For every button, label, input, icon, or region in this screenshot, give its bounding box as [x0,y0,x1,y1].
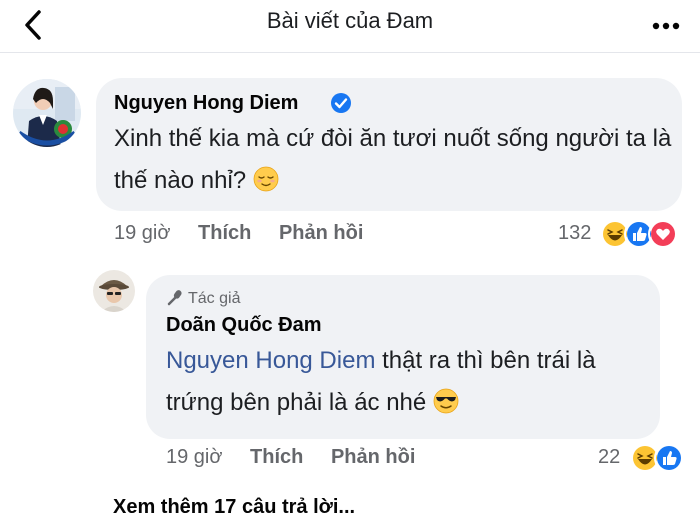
relieved-face-icon [253,166,279,192]
comment-actions: 19 giờ Thích Phản hồi [114,222,363,245]
like-button[interactable]: Thích [198,222,251,244]
reply-reaction-count[interactable]: 22 [598,446,620,469]
comment-time: 19 giờ [114,222,171,244]
reply-time: 19 giờ [166,446,223,468]
sunglasses-face-icon [433,388,459,414]
mention-link[interactable]: Nguyen Hong Diem [166,347,375,374]
comment-text-content: Xinh thế kia mà cứ đòi ăn tươi nuốt sống… [114,125,672,194]
author-badge: Tác giả [166,288,240,308]
verified-badge-icon [331,93,351,113]
like-reaction-icon [654,443,684,473]
reaction-count[interactable]: 132 [558,222,591,245]
more-options-button[interactable] [646,6,686,46]
commenter-avatar[interactable] [13,79,81,147]
reply-reply-button[interactable]: Phản hồi [331,446,415,468]
comment-text: Xinh thế kia mà cứ đòi ăn tươi nuốt sống… [114,118,674,202]
reply-text: Nguyen Hong Diem thật ra thì bên trái là… [166,340,656,424]
reply-author-avatar[interactable] [93,270,135,312]
reply-like-button[interactable]: Thích [250,446,303,468]
top-bar: Bài viết của Đam [0,0,700,53]
page-title: Bài viết của Đam [266,8,434,33]
reply-actions: 19 giờ Thích Phản hồi [166,446,415,469]
reply-button[interactable]: Phản hồi [279,222,363,244]
view-more-replies-link[interactable]: Xem thêm 17 câu trả lời... [113,496,355,519]
love-reaction-icon [648,219,678,249]
more-dots-icon [652,22,680,30]
microphone-icon [167,290,182,306]
author-badge-label: Tác giả [188,290,241,307]
reply-author-name[interactable]: Doãn Quốc Đam [166,314,322,337]
comment-author-name[interactable]: Nguyen Hong Diem [114,92,298,115]
